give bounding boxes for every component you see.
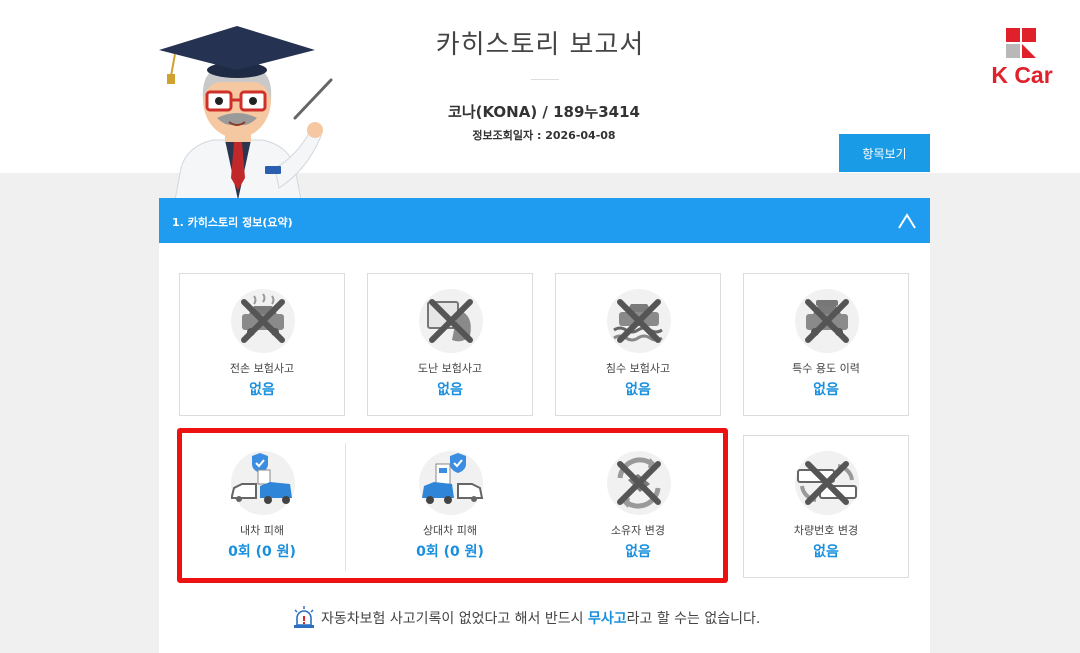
card-label: 전손 보험사고 [229,362,295,375]
card-total-loss: 전손 보험사고 없음 [179,273,345,416]
card-value: 없음 [813,544,839,560]
card-value: 없음 [249,382,275,398]
plate-change-icon [795,451,859,515]
card-special-use: 특수 용도 이력 없음 [743,273,909,416]
kcar-logo-mark [1006,28,1036,58]
section-header[interactable]: 1. 카히스토리 정보(요약) [159,198,930,243]
special-use-car-icon [795,289,859,353]
card-theft: 도난 보험사고 없음 [367,273,533,416]
title-divider [531,79,559,80]
card-label: 특수 용도 이력 [792,362,860,375]
stolen-car-icon [419,289,483,353]
card-label: 침수 보험사고 [605,362,671,375]
notice-text: 자동차보험 사고기록이 없었다고 해서 반드시 무사고라고 할 수는 없습니다. [321,608,760,628]
logo-text: K Car [991,62,1053,88]
card-label: 도난 보험사고 [417,362,483,375]
kcar-logo: K Car [990,28,1060,92]
card-plate-change: 차량번호 변경 없음 [743,435,909,578]
total-loss-car-icon [231,289,295,353]
card-value: 없음 [437,382,463,398]
siren-alert-icon [294,606,314,628]
section-title: 1. 카히스토리 정보(요약) [172,216,293,229]
card-label: 차량번호 변경 [793,524,859,537]
notice-text-before: 자동차보험 사고기록이 없었다고 해서 반드시 [321,611,588,627]
flooded-car-icon [607,289,671,353]
card-value: 없음 [813,382,839,398]
items-view-button[interactable]: 항목보기 [839,134,930,172]
notice-row: 자동차보험 사고기록이 없었다고 해서 반드시 무사고라고 할 수는 없습니다. [292,605,812,631]
card-value: 없음 [625,382,651,398]
doctor-mascot-illustration [159,26,333,200]
highlight-box [177,428,728,583]
summary-panel: 1. 카히스토리 정보(요약) 전손 보험사고 없음 도난 보험사고 없음 침수… [159,198,930,653]
notice-text-after: 라고 할 수는 없습니다. [626,611,761,627]
card-flood: 침수 보험사고 없음 [555,273,721,416]
notice-highlight: 무사고 [587,611,627,627]
report-header: 카히스토리 보고서 코나(KONA) / 189누3414 정보조회일자 : 2… [0,0,1080,200]
chevron-up-icon[interactable] [897,212,917,230]
